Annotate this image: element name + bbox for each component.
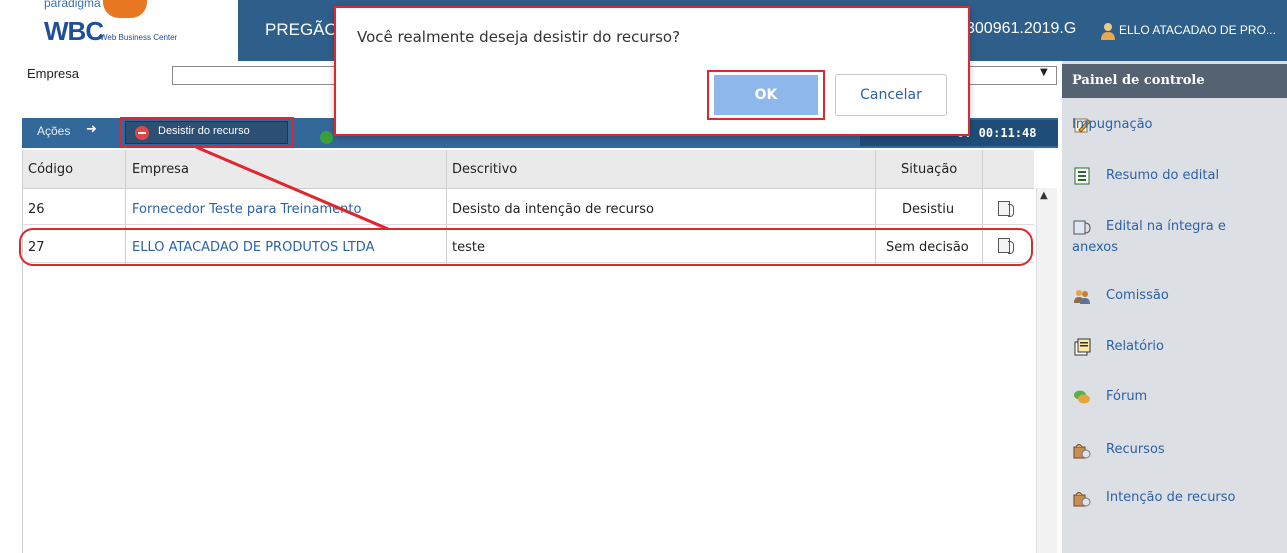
confirm-dialog: [334, 6, 970, 136]
column-header-situacao[interactable]: Situação: [901, 162, 957, 177]
scroll-up-icon[interactable]: ▲: [1040, 190, 1048, 201]
highlight-row: [19, 228, 1033, 266]
empresa-label: Empresa: [27, 66, 80, 81]
cell-descritivo: Desisto da intenção de recurso: [452, 202, 654, 217]
forum-icon: [1074, 390, 1090, 404]
sidebar-item-intencao-recurso[interactable]: Intenção de recurso: [1106, 490, 1236, 505]
report-icon: [1074, 338, 1091, 356]
users-icon: [1074, 290, 1090, 304]
logo-subtext: Web Business Center: [100, 33, 178, 42]
sidebar-title: Painel de controle: [1072, 73, 1205, 88]
cell-situacao: Desistiu: [902, 202, 955, 217]
back-icon[interactable]: [320, 131, 333, 144]
logo-text: WBC: [44, 16, 104, 46]
sidebar: [1062, 61, 1287, 553]
column-header-descritivo[interactable]: Descritivo: [452, 162, 517, 177]
sidebar-item-comissao[interactable]: Comissão: [1106, 288, 1169, 303]
chevron-down-icon[interactable]: ▼: [1040, 67, 1048, 78]
process-number: 300961.2019.G: [966, 20, 1077, 37]
user-name[interactable]: ELLO ATACADAO DE PRO...: [1119, 23, 1276, 37]
dialog-message: Você realmente deseja desistir do recurs…: [357, 28, 681, 46]
page-title: PREGÃO: [265, 20, 338, 39]
sidebar-item-recursos[interactable]: Recursos: [1106, 442, 1165, 457]
user-icon: [1101, 23, 1115, 40]
appeal-intent-icon: [1073, 492, 1091, 507]
acoes-label: Ações: [37, 124, 71, 138]
document-icon[interactable]: [998, 201, 1014, 217]
document-icon: [1074, 167, 1090, 185]
highlight-box: [120, 117, 294, 148]
sidebar-item-forum[interactable]: Fórum: [1106, 389, 1147, 404]
column-header-empresa[interactable]: Empresa: [132, 162, 189, 177]
logo-tagline: paradigma: [44, 0, 101, 10]
sidebar-item-impugnacao[interactable]: Impugnação: [1072, 117, 1153, 132]
arrow-right-icon: ➜: [86, 122, 97, 137]
cell-empresa-link[interactable]: Fornecedor Teste para Treinamento: [132, 202, 361, 217]
sidebar-item-edital-integra[interactable]: Edital na íntegra e: [1106, 219, 1226, 234]
appeal-icon: [1073, 444, 1091, 459]
highlight-box: [707, 70, 825, 120]
sidebar-item-edital-integra-line2[interactable]: anexos: [1072, 240, 1118, 255]
cell-codigo: 26: [28, 202, 45, 217]
scrollbar[interactable]: [1036, 188, 1057, 553]
sidebar-item-relatorio[interactable]: Relatório: [1106, 339, 1164, 354]
cancel-button[interactable]: Cancelar: [835, 74, 947, 116]
column-header-codigo[interactable]: Código: [28, 162, 73, 177]
attachment-icon: [1073, 220, 1091, 235]
sidebar-item-resumo-edital[interactable]: Resumo do edital: [1106, 168, 1219, 183]
